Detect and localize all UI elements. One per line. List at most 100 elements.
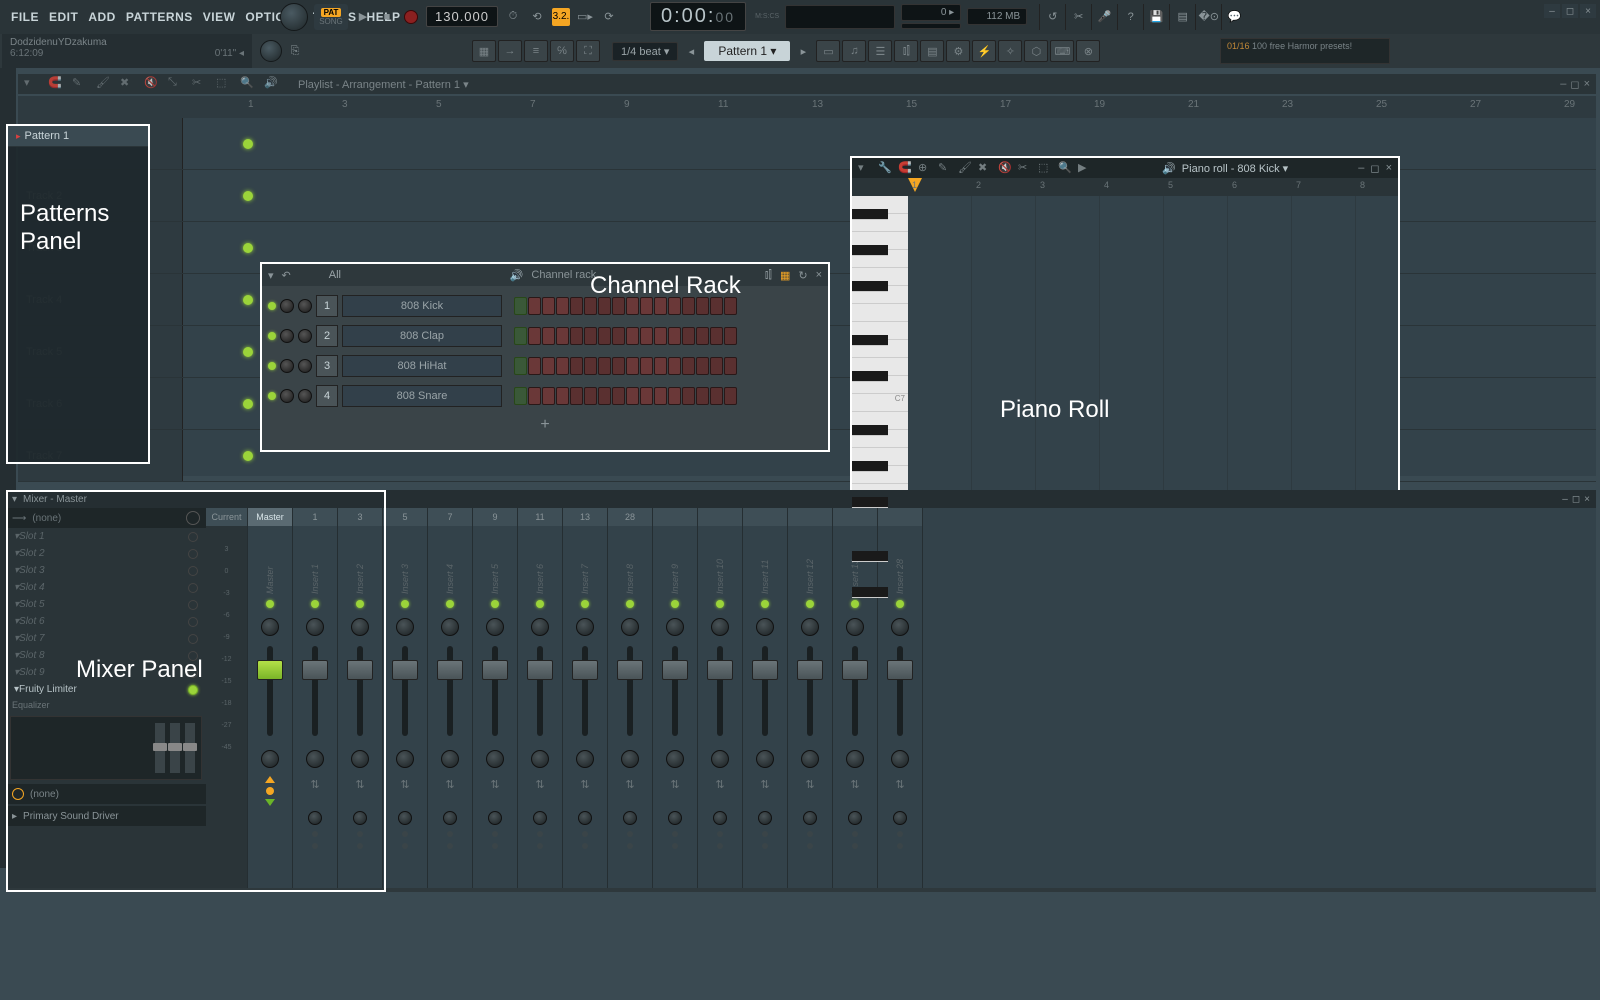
mixer-pan-knob[interactable]: [711, 750, 729, 768]
mixer-fader[interactable]: [627, 646, 633, 736]
step-button[interactable]: [556, 297, 569, 315]
step-button[interactable]: [528, 387, 541, 405]
pl-close-icon[interactable]: ×: [1584, 78, 1590, 91]
channel-mute-led[interactable]: [268, 392, 276, 400]
step-button[interactable]: [682, 357, 695, 375]
mixer-fader[interactable]: [312, 646, 318, 736]
piano-black-key[interactable]: [852, 461, 888, 472]
step-button[interactable]: [556, 327, 569, 345]
pr-menu-icon[interactable]: ▾: [858, 161, 872, 175]
mixer-send-knob[interactable]: [893, 811, 907, 825]
mixer-pan-knob[interactable]: [756, 750, 774, 768]
mixer-strip-stereo-knob[interactable]: [531, 618, 549, 636]
pl-magnet-icon[interactable]: 🧲: [48, 76, 64, 92]
mixer-send-knob[interactable]: [758, 811, 772, 825]
track-enable-led[interactable]: [243, 243, 253, 253]
mixer-strip-head[interactable]: [653, 508, 697, 526]
mixer-strip-enable-led[interactable]: [401, 600, 409, 608]
pr-speaker-icon[interactable]: 🔊: [1162, 162, 1176, 175]
tool-5-icon[interactable]: ⌨: [1050, 40, 1074, 62]
step-button[interactable]: [514, 357, 527, 375]
slot-enable-led[interactable]: [188, 617, 198, 627]
mixer-send-knob[interactable]: [308, 811, 322, 825]
step-button[interactable]: [612, 327, 625, 345]
piano-black-key[interactable]: [852, 281, 888, 292]
mixer-rec-dot[interactable]: [627, 843, 633, 849]
step-button[interactable]: [584, 357, 597, 375]
pl-pencil-icon[interactable]: ✎: [72, 76, 88, 92]
tool-1-icon[interactable]: ⚙: [946, 40, 970, 62]
mixer-route-dot[interactable]: [717, 831, 723, 837]
mx-latency-icon[interactable]: [186, 511, 200, 525]
piano-roll-ruler[interactable]: 12345678: [852, 178, 1398, 196]
mixer-strip-stereo-knob[interactable]: [261, 618, 279, 636]
mixer-strip-head[interactable]: 5: [383, 508, 427, 526]
cr-undo-icon[interactable]: ↶: [282, 269, 291, 282]
step-button[interactable]: [570, 297, 583, 315]
mixer-fader[interactable]: [852, 646, 858, 736]
step-button[interactable]: [668, 387, 681, 405]
channel-mute-led[interactable]: [268, 302, 276, 310]
mixer-insert-strip[interactable]: 3Insert 2⇅: [338, 508, 383, 888]
step-button[interactable]: [682, 387, 695, 405]
slot-enable-led[interactable]: [188, 685, 198, 695]
mixer-rec-dot[interactable]: [672, 843, 678, 849]
mx-minimize-icon[interactable]: –: [1562, 494, 1568, 505]
eq-mid-slider[interactable]: [170, 723, 180, 773]
mixer-fader-cap[interactable]: [437, 660, 463, 680]
mixer-route-dot[interactable]: [807, 831, 813, 837]
play-button[interactable]: ▶: [354, 8, 372, 26]
mixer-send-knob[interactable]: [353, 811, 367, 825]
step-button[interactable]: [514, 297, 527, 315]
mixer-send-knob[interactable]: [668, 811, 682, 825]
pl-delete-icon[interactable]: ✖: [120, 76, 136, 92]
pr-maximize-icon[interactable]: ◻: [1370, 162, 1379, 175]
step-button[interactable]: [682, 327, 695, 345]
mixer-route-arrow-icon[interactable]: ⇅: [805, 778, 814, 791]
mixer-insert-strip[interactable]: 11Insert 6⇅: [518, 508, 563, 888]
mixer-strip-head[interactable]: 9: [473, 508, 517, 526]
pattern-song-switch[interactable]: PAT SONG: [314, 4, 348, 30]
mixer-fader-cap[interactable]: [797, 660, 823, 680]
mixer-send-knob[interactable]: [398, 811, 412, 825]
mixer-rec-dot[interactable]: [897, 843, 903, 849]
mixer-strip-enable-led[interactable]: [806, 600, 814, 608]
mixer-rec-dot[interactable]: [447, 843, 453, 849]
mixer-route-dot[interactable]: [852, 831, 858, 837]
mixer-strip-enable-led[interactable]: [266, 600, 274, 608]
mixer-fader[interactable]: [672, 646, 678, 736]
view-playlist-icon[interactable]: ▭: [816, 40, 840, 62]
mixer-insert-strip[interactable]: Insert 10⇅: [698, 508, 743, 888]
mixer-send-knob[interactable]: [803, 811, 817, 825]
piano-roll-title[interactable]: Piano roll - 808 Kick ▾: [1182, 162, 1288, 175]
mixer-fader-cap[interactable]: [527, 660, 553, 680]
step-button[interactable]: [640, 327, 653, 345]
mixer-fader[interactable]: [537, 646, 543, 736]
pl-minimize-icon[interactable]: –: [1560, 78, 1566, 91]
mixer-route-arrow-icon[interactable]: ⇅: [445, 778, 454, 791]
mixer-strip-enable-led[interactable]: [311, 600, 319, 608]
mixer-strip-stereo-knob[interactable]: [396, 618, 414, 636]
pattern-item[interactable]: Pattern 1: [8, 126, 148, 147]
tempo-display[interactable]: 130.000: [426, 6, 498, 27]
pr-minimize-icon[interactable]: –: [1358, 162, 1364, 174]
mixer-route-arrow-icon[interactable]: ⇅: [895, 778, 904, 791]
step-button[interactable]: [640, 387, 653, 405]
pitch-knob[interactable]: [260, 40, 282, 62]
mixer-route-dot[interactable]: [402, 831, 408, 837]
mixer-strip-head[interactable]: Master: [248, 508, 292, 526]
mixer-rec-arm-led[interactable]: [266, 787, 274, 795]
track-enable-led[interactable]: [243, 295, 253, 305]
mixer-route-dot[interactable]: [447, 831, 453, 837]
step-button[interactable]: [640, 357, 653, 375]
mixer-effect-slot[interactable]: ▾ Slot 6: [6, 613, 206, 630]
step-button[interactable]: [668, 327, 681, 345]
mixer-strip-head[interactable]: 3: [338, 508, 382, 526]
panel-playlist-icon[interactable]: ▦: [472, 40, 496, 62]
mixer-eq[interactable]: [10, 716, 202, 780]
piano-black-key[interactable]: [852, 335, 888, 346]
mixer-route-dot[interactable]: [672, 831, 678, 837]
mixer-strip-head[interactable]: [743, 508, 787, 526]
mixer-insert-strip[interactable]: Insert 12⇅: [788, 508, 833, 888]
mixer-rec-dot[interactable]: [717, 843, 723, 849]
